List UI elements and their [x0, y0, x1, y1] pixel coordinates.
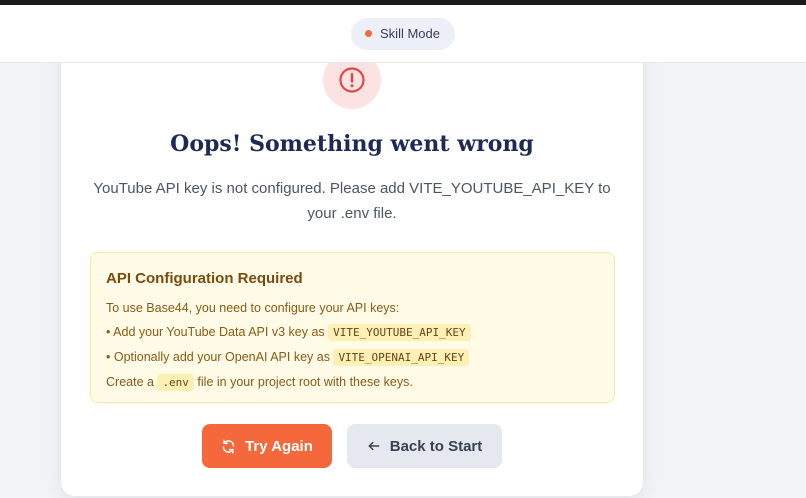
exclamation-circle-icon: [339, 67, 365, 93]
notice-footer-code: .env: [157, 374, 194, 391]
skill-mode-badge[interactable]: Skill Mode: [351, 17, 455, 50]
back-to-start-button[interactable]: Back to Start: [347, 424, 502, 468]
try-again-button[interactable]: Try Again: [202, 424, 332, 468]
notice-item-code: VITE_YOUTUBE_API_KEY: [328, 324, 471, 341]
notice-footer-post: file in your project root with these key…: [197, 375, 413, 389]
notice-intro: To use Base44, you need to configure you…: [106, 301, 400, 315]
notice-footer: Create a .env file in your project root …: [106, 370, 599, 395]
notice-item: • Add your YouTube Data API v3 key as VI…: [106, 320, 599, 345]
app-header: Skill Mode: [0, 5, 806, 63]
notice-item-code: VITE_OPENAI_API_KEY: [333, 349, 470, 366]
refresh-icon: [222, 439, 235, 453]
notice-item: • Optionally add your OpenAI API key as …: [106, 345, 599, 370]
arrow-left-icon: [368, 441, 380, 451]
api-config-notice: API Configuration Required To use Base44…: [90, 252, 615, 403]
notice-item-text: • Add your YouTube Data API v3 key as: [106, 325, 325, 339]
back-to-start-label: Back to Start: [389, 437, 483, 455]
notice-title: API Configuration Required: [106, 270, 303, 287]
mode-status-dot: [365, 30, 373, 37]
mode-label: Skill Mode: [380, 26, 440, 41]
try-again-label: Try Again: [245, 437, 313, 455]
notice-footer-pre: Create a: [106, 375, 154, 389]
error-message: YouTube API key is not configured. Pleas…: [93, 180, 611, 222]
error-title: Oops! Something went wrong: [170, 131, 534, 157]
notice-item-text: • Optionally add your OpenAI API key as: [106, 350, 330, 364]
